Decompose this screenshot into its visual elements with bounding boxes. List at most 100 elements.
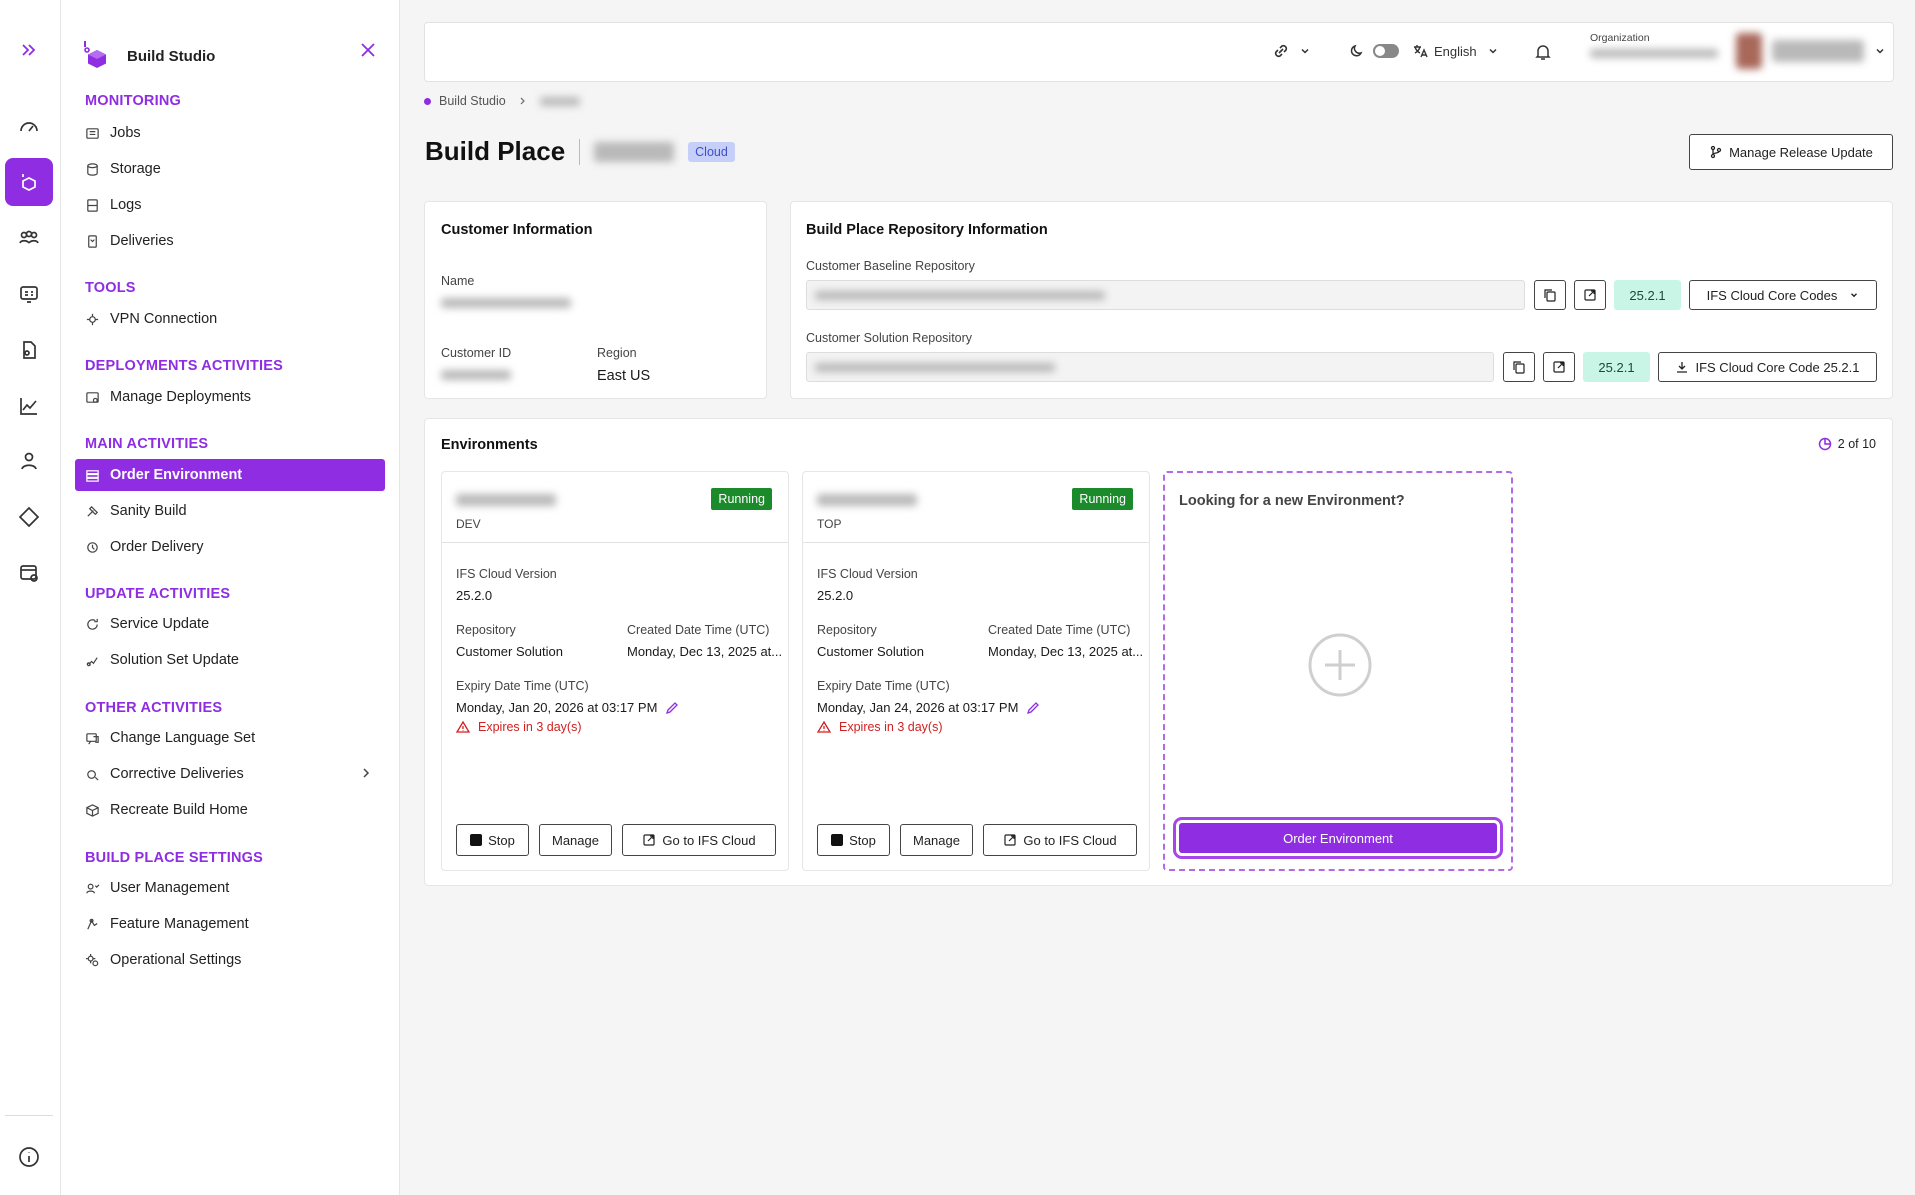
notifications-button[interactable] [1533,42,1553,62]
organization-selector[interactable]: Organization [1590,32,1718,58]
section-build-place-settings: BUILD PLACE SETTINGS [85,850,264,866]
new-environment-card: Looking for a new Environment? Order Env… [1163,471,1513,871]
go-to-ifs-cloud-button[interactable]: Go to IFS Cloud [983,824,1137,856]
solution-repository-field[interactable] [806,352,1494,382]
environments-heading: Environments [441,437,538,453]
stop-button[interactable]: Stop [817,824,890,856]
dark-mode-switch[interactable] [1373,44,1399,58]
edit-pencil-icon[interactable] [1026,701,1040,715]
calendar-settings-icon[interactable] [5,549,53,597]
translate-icon [1414,45,1428,58]
users-group-icon[interactable] [5,214,53,262]
sidebar-item-storage[interactable]: Storage [75,153,385,185]
open-solution-button[interactable] [1543,352,1575,382]
language-selector[interactable]: English [1412,43,1499,59]
monitor-icon[interactable] [5,270,53,318]
sidebar-item-solution-set-update[interactable]: Solution Set Update [75,644,385,676]
section-deployments-activities: DEPLOYMENTS ACTIVITIES [85,358,284,374]
sidebar-item-sanity-build[interactable]: Sanity Build [75,495,385,527]
version-value: 25.2.0 [456,588,493,603]
theme-toggle[interactable] [1349,43,1399,59]
link-icon [1274,44,1288,58]
info-icon[interactable] [5,1133,53,1181]
stop-button[interactable]: Stop [456,824,529,856]
link-menu[interactable] [1271,41,1311,61]
sidebar-item-logs[interactable]: Logs [75,189,385,221]
environment-name-redacted [456,494,556,506]
build-studio-icon[interactable] [5,158,53,206]
repository-value: Customer Solution [456,644,563,659]
breadcrumb-root[interactable]: Build Studio [439,94,506,108]
analytics-icon[interactable] [5,382,53,430]
baseline-repository-label: Customer Baseline Repository [806,259,975,273]
manage-button[interactable]: Manage [539,824,612,856]
document-icon[interactable] [5,326,53,374]
sidebar-item-vpn-connection[interactable]: VPN Connection [75,303,385,335]
sidebar-item-corrective-deliveries[interactable]: Corrective Deliveries [75,758,385,790]
chevron-down-icon [1301,48,1309,54]
open-baseline-button[interactable] [1574,280,1606,310]
stop-label: Stop [488,832,515,848]
sidebar-item-jobs[interactable]: Jobs [75,117,385,149]
avatar [1736,33,1762,69]
sanity-build-icon [87,505,99,517]
sidebar-item-label: Order Delivery [110,539,204,555]
top-bar: English Organization [424,22,1894,82]
repository-value: Customer Solution [817,644,924,659]
created-label: Created Date Time (UTC) [988,623,1131,637]
sidebar-item-user-management[interactable]: User Management [75,872,385,904]
user-management-icon [86,883,100,893]
sidebar-item-manage-deployments[interactable]: Manage Deployments [75,381,385,413]
expiry-label: Expiry Date Time (UTC) [817,679,950,693]
sidebar-item-deliveries[interactable]: Deliveries [75,225,385,257]
version-label: IFS Cloud Version [817,567,918,581]
sidebar-item-recreate-build-home[interactable]: Recreate Build Home [75,794,385,826]
warning-icon [456,720,470,733]
copy-baseline-button[interactable] [1534,280,1566,310]
version-value: 25.2.0 [817,588,854,603]
external-link-icon [1584,289,1596,301]
person-icon[interactable] [5,437,53,485]
sidebar-item-service-update[interactable]: Service Update [75,608,385,640]
user-menu[interactable] [1736,33,1886,69]
sidebar-item-order-delivery[interactable]: Order Delivery [75,531,385,563]
order-environment-button[interactable]: Order Environment [1173,817,1503,859]
chevron-right-icon[interactable] [359,766,373,780]
copy-icon [1544,289,1556,302]
environments-card: Environments 2 of 10 DEV Running IFS Clo… [424,418,1893,886]
add-circle-icon[interactable] [1307,632,1373,698]
expiry-row: Monday, Jan 24, 2026 at 03:17 PM [817,700,1040,715]
manage-button[interactable]: Manage [900,824,973,856]
close-sidebar-icon[interactable] [358,40,378,60]
sidebar-item-feature-management[interactable]: Feature Management [75,908,385,940]
copy-solution-button[interactable] [1503,352,1535,382]
sidebar-item-order-environment[interactable]: Order Environment [75,459,385,491]
breadcrumb-current-redacted [539,96,580,106]
env-card-divider [803,542,1149,543]
chevron-down-icon [1851,293,1858,298]
ifs-cloud-core-codes-button[interactable]: IFS Cloud Core Codes [1689,280,1877,310]
expand-icon[interactable] [5,26,53,74]
download-core-code-button[interactable]: IFS Cloud Core Code 25.2.1 [1658,352,1877,382]
sidebar-item-change-language-set[interactable]: Change Language Set [75,722,385,754]
manage-label: Manage [913,832,960,848]
dashboard-icon[interactable] [5,103,53,151]
sidebar-item-operational-settings[interactable]: Operational Settings [75,944,385,976]
page-title: Build Place [425,136,566,166]
sidebar-item-label: Solution Set Update [110,652,239,668]
manage-label: Manage [552,832,599,848]
go-to-ifs-cloud-button[interactable]: Go to IFS Cloud [622,824,776,856]
created-value: Monday, Dec 13, 2025 at... [988,644,1144,659]
repository-information-card: Build Place Repository Information Custo… [790,201,1893,399]
edit-pencil-icon[interactable] [665,701,679,715]
chevron-right-icon [520,97,525,105]
manage-release-update-label: Manage Release Update [1729,144,1873,160]
stop-icon [831,834,844,846]
sidebar-item-label: Storage [110,161,161,177]
manage-release-update-button[interactable]: Manage Release Update [1689,134,1893,170]
baseline-repository-field[interactable] [806,280,1525,310]
sidebar-item-label: Change Language Set [110,730,256,746]
diamond-icon[interactable] [5,493,53,541]
sidebar-item-label: Recreate Build Home [110,802,248,818]
repository-label: Repository [817,623,877,637]
